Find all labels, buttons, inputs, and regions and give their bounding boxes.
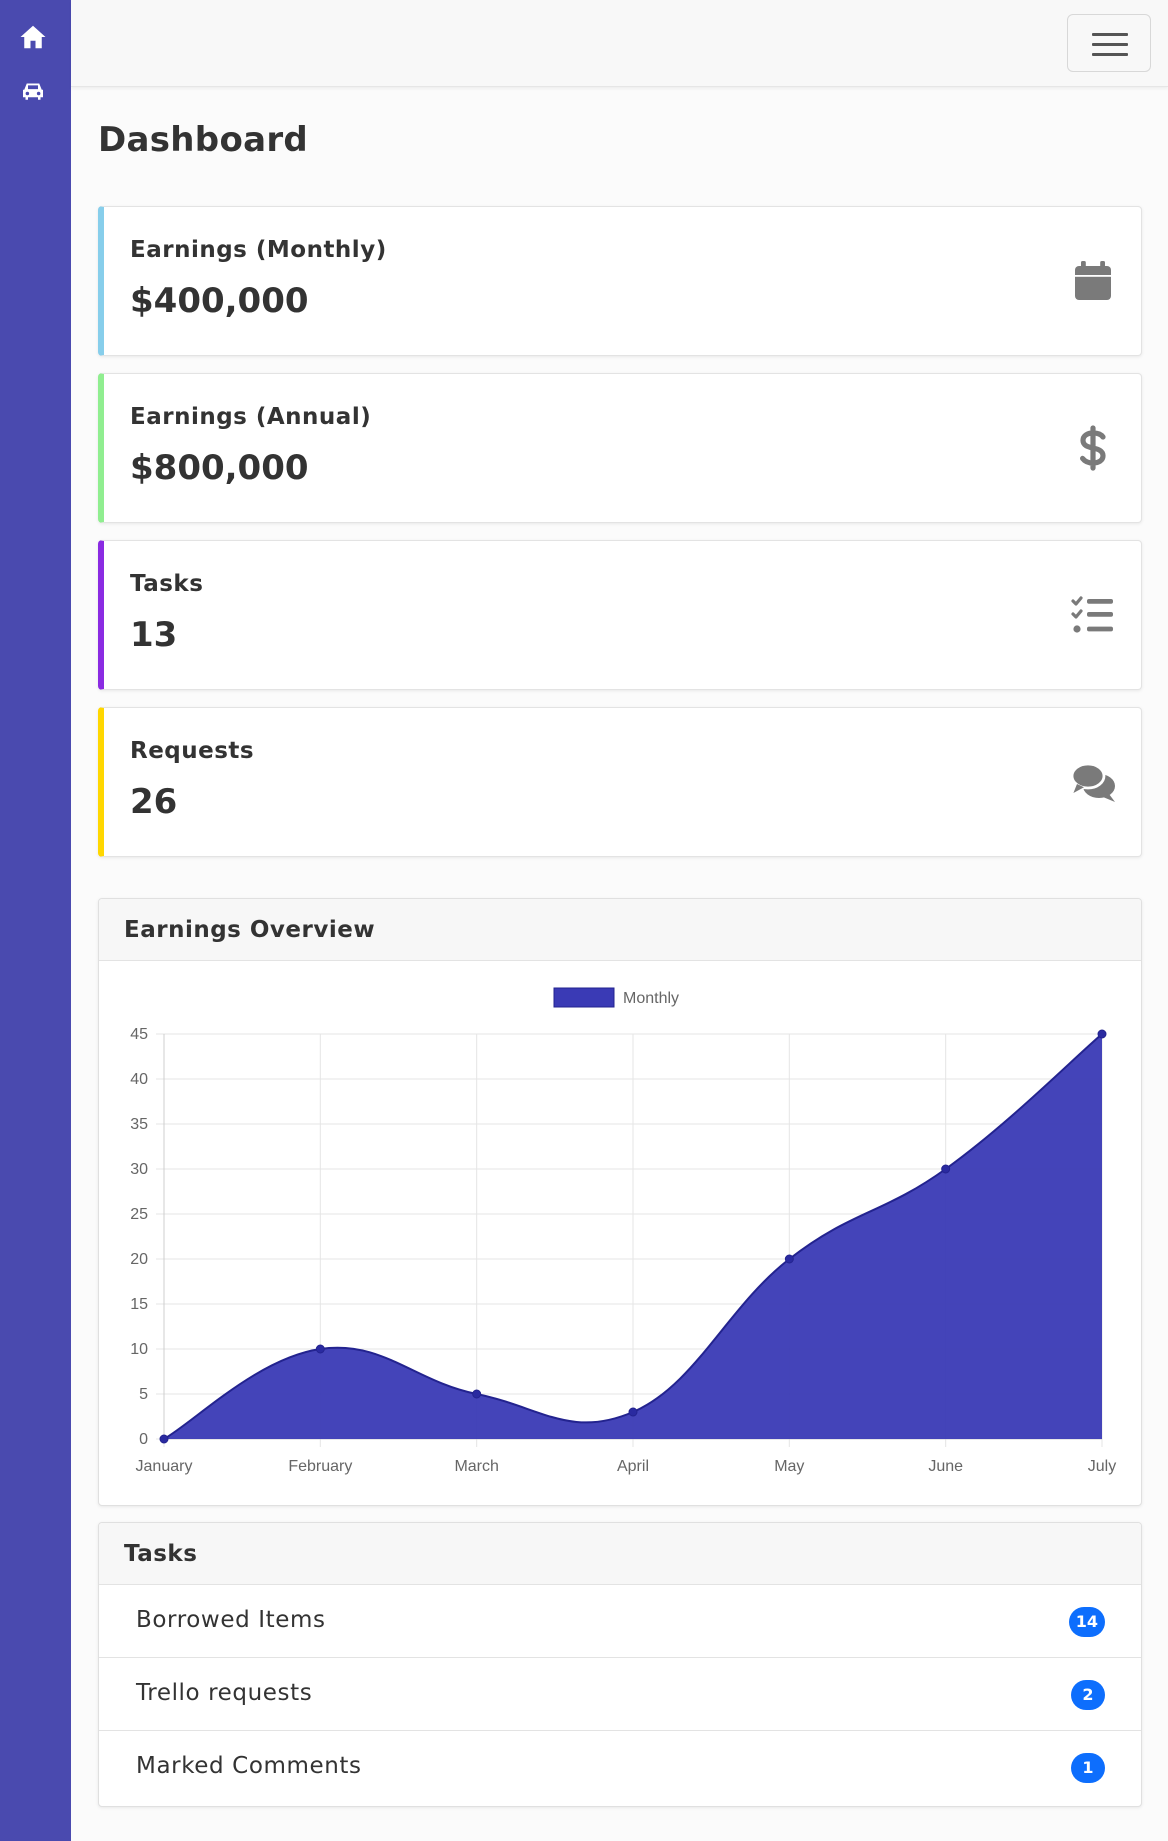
dollar-icon: [1069, 424, 1117, 472]
data-point: [1097, 1029, 1107, 1039]
y-tick-label: 40: [130, 1071, 148, 1088]
y-tick-label: 15: [130, 1296, 148, 1313]
legend-swatch: [553, 987, 615, 1008]
y-tick-label: 45: [130, 1026, 148, 1043]
list-item[interactable]: Borrowed Items 14: [99, 1585, 1141, 1658]
x-tick-label: January: [136, 1458, 193, 1475]
stat-value: $800,000: [130, 448, 309, 488]
stat-label: Requests: [130, 738, 255, 764]
y-tick-label: 35: [130, 1116, 148, 1133]
stat-value: 13: [130, 615, 178, 655]
earnings-monthly-card: Earnings (Monthly) $400,000: [98, 206, 1142, 356]
list-item[interactable]: Marked Comments 1: [99, 1731, 1141, 1804]
x-tick-label: June: [928, 1458, 963, 1475]
count-badge: 2: [1071, 1680, 1105, 1710]
y-tick-label: 25: [130, 1206, 148, 1223]
data-point: [315, 1344, 325, 1354]
car-icon[interactable]: [18, 76, 48, 106]
data-point: [628, 1407, 638, 1417]
count-badge: 14: [1068, 1607, 1105, 1637]
y-tick-label: 0: [139, 1431, 148, 1448]
stat-value: $400,000: [130, 281, 309, 321]
calendar-icon: [1069, 257, 1117, 305]
x-tick-label: April: [617, 1458, 649, 1475]
stat-label: Tasks: [130, 571, 204, 597]
panel-title: Tasks: [99, 1523, 1141, 1585]
top-navbar: [71, 0, 1168, 87]
x-tick-label: March: [454, 1458, 498, 1475]
x-tick-label: July: [1088, 1458, 1116, 1475]
y-tick-label: 5: [139, 1386, 148, 1403]
panel-title: Earnings Overview: [99, 899, 1141, 961]
x-tick-label: February: [288, 1458, 352, 1475]
stat-label: Earnings (Monthly): [130, 237, 387, 263]
earnings-annual-card: Earnings (Annual) $800,000: [98, 373, 1142, 523]
data-point: [784, 1254, 794, 1264]
data-point: [941, 1164, 951, 1174]
x-tick-label: May: [774, 1458, 804, 1475]
legend-label: Monthly: [623, 990, 679, 1007]
task-label: Marked Comments: [136, 1753, 362, 1779]
count-badge: 1: [1071, 1753, 1105, 1783]
task-label: Trello requests: [136, 1680, 313, 1706]
stat-label: Earnings (Annual): [130, 404, 372, 430]
tasks-panel: Tasks Borrowed Items 14 Trello requests …: [98, 1522, 1142, 1807]
y-tick-label: 30: [130, 1161, 148, 1178]
y-tick-label: 20: [130, 1251, 148, 1268]
y-tick-label: 10: [130, 1341, 148, 1358]
sidebar: [0, 0, 71, 1841]
list-item[interactable]: Trello requests 2: [99, 1658, 1141, 1731]
comments-icon: [1069, 758, 1117, 806]
task-list-icon: [1069, 591, 1117, 639]
navbar-toggle-button[interactable]: [1067, 14, 1151, 72]
hamburger-menu-icon: [1092, 33, 1128, 36]
stat-value: 26: [130, 782, 178, 822]
earnings-overview-panel: Earnings Overview 0 5 10 15 20 25 30 35 40 45 Janu…: [98, 898, 1142, 1506]
home-icon[interactable]: [18, 22, 48, 52]
data-point: [159, 1434, 169, 1444]
tasks-card: Tasks 13: [98, 540, 1142, 690]
data-point: [472, 1389, 482, 1399]
task-label: Borrowed Items: [136, 1607, 326, 1633]
requests-card: Requests 26: [98, 707, 1142, 857]
page-title: Dashboard: [98, 120, 309, 160]
earnings-chart: 0 5 10 15 20 25 30 35 40 45 January February March Ap…: [130, 987, 1116, 1475]
